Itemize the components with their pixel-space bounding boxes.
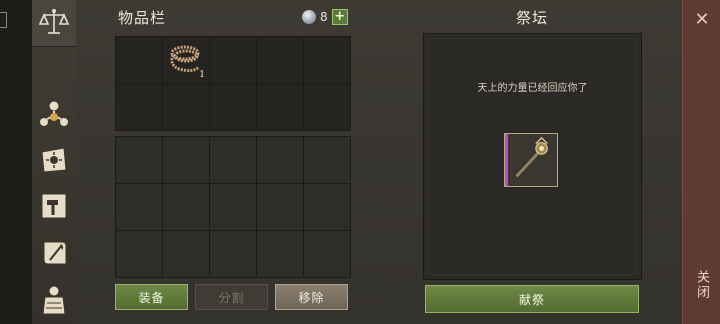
edge-notch <box>0 12 7 28</box>
split-button[interactable]: 分割 <box>195 284 268 310</box>
inventory-slot[interactable] <box>116 137 162 183</box>
altar-message: 天上的力量已经回应你了 <box>477 83 588 94</box>
inventory-slot[interactable] <box>163 84 209 130</box>
inventory-slot[interactable] <box>304 37 350 83</box>
altar-offer-slot[interactable] <box>504 133 558 187</box>
altar-title: 祭坛 <box>516 9 549 27</box>
organization-icon[interactable] <box>36 96 72 132</box>
inventory-slot[interactable] <box>304 137 350 183</box>
inventory-slot[interactable] <box>304 231 350 277</box>
inventory-slot[interactable] <box>163 231 209 277</box>
sidebar-tab-inventory[interactable] <box>32 0 76 47</box>
inventory-slot[interactable] <box>304 184 350 230</box>
screen-edge <box>0 0 32 324</box>
add-gem-button[interactable]: + <box>331 9 348 25</box>
inventory-slot[interactable] <box>116 184 162 230</box>
rarity-bar <box>505 134 508 186</box>
close-label[interactable]: 关闭 <box>693 270 711 300</box>
inventory-slot[interactable] <box>257 37 303 83</box>
remove-button[interactable]: 移除 <box>275 284 348 310</box>
inventory-slot[interactable] <box>163 184 209 230</box>
scepter-icon <box>515 136 548 178</box>
gem-icon <box>302 10 316 24</box>
inventory-slot[interactable] <box>210 84 256 130</box>
offer-button[interactable]: 献祭 <box>425 285 639 313</box>
inventory-slot[interactable] <box>257 84 303 130</box>
quill-scroll-icon[interactable] <box>36 234 72 270</box>
inventory-slot[interactable] <box>304 84 350 130</box>
inventory-slot[interactable] <box>116 231 162 277</box>
scales-icon <box>36 4 72 40</box>
inventory-slot[interactable] <box>257 184 303 230</box>
gem-currency: 8 + <box>302 9 348 25</box>
inventory-slot[interactable] <box>116 84 162 130</box>
inventory-slot[interactable] <box>210 137 256 183</box>
altar-panel: 天上的力量已经回应你了 <box>423 33 642 280</box>
inventory-grid-bottom <box>115 136 351 278</box>
inventory-title: 物品栏 <box>118 9 167 27</box>
sun-scroll-icon[interactable] <box>36 142 72 178</box>
armor-icon[interactable] <box>36 282 72 318</box>
item-count: 1 <box>199 70 205 80</box>
hammer-map-icon[interactable] <box>36 188 72 224</box>
gem-count: 8 <box>320 10 328 24</box>
inventory-slot[interactable] <box>257 137 303 183</box>
inventory-slot[interactable] <box>210 37 256 83</box>
sidebar <box>32 0 77 324</box>
inventory-grid-top: 1 <box>115 36 351 131</box>
inventory-slot[interactable] <box>163 137 209 183</box>
inventory-slot[interactable] <box>210 184 256 230</box>
inventory-slot[interactable] <box>210 231 256 277</box>
equip-button[interactable]: 装备 <box>115 284 188 310</box>
inventory-slot[interactable] <box>116 37 162 83</box>
inventory-slot[interactable]: 1 <box>163 37 209 83</box>
close-icon[interactable]: ✕ <box>692 10 712 30</box>
inventory-slot[interactable] <box>257 231 303 277</box>
close-panel[interactable]: ✕ 关闭 <box>682 0 720 324</box>
